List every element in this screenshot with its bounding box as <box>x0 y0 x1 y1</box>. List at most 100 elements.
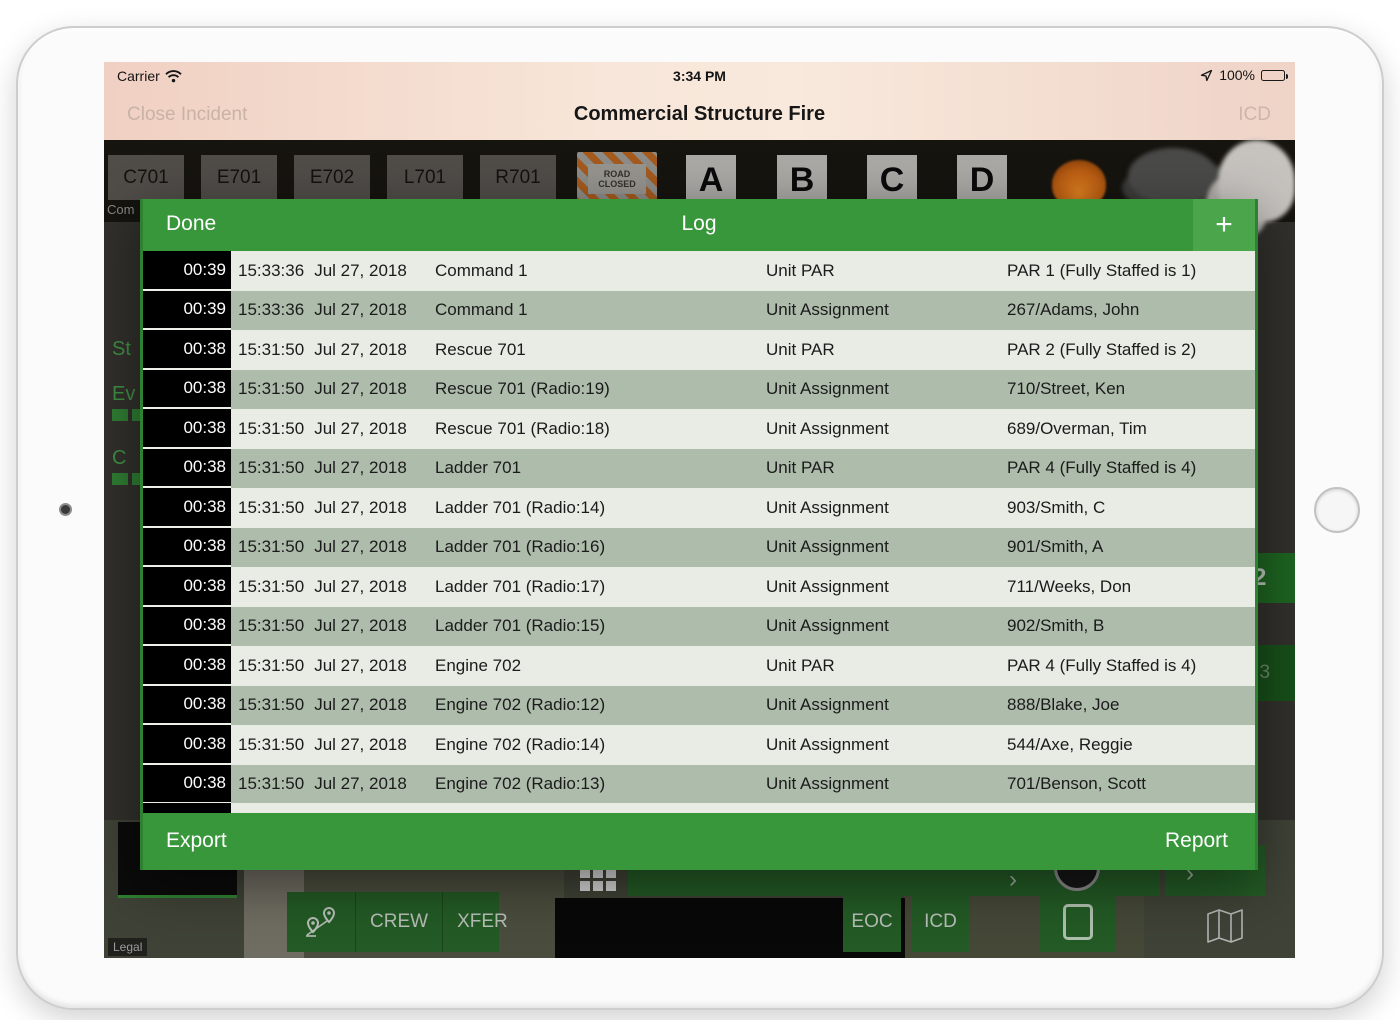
elapsed-time-badge: 00:39 <box>143 251 231 291</box>
log-detail: 888/Blake, Joe <box>1000 695 1255 715</box>
log-row[interactable]: 00:38 15:31:50 Jul 27, 2018 Rescue 701 (… <box>143 370 1255 410</box>
division-b-button[interactable]: B <box>777 155 827 205</box>
log-row[interactable]: 00:38 15:31:50 Jul 27, 2018 Engine 702 (… <box>143 686 1255 726</box>
log-modal: Done Log + 00:39 15:33:36 Jul 27, 2018 C… <box>140 199 1258 870</box>
eoc-button[interactable]: EOC <box>843 892 901 952</box>
unit-button[interactable]: E702 <box>294 155 370 200</box>
log-event-type: Unit Assignment <box>759 577 1000 597</box>
log-event-type: Unit Assignment <box>759 300 1000 320</box>
legal-label[interactable]: Legal <box>108 938 147 956</box>
log-timestamp: 15:33:36 Jul 27, 2018 <box>231 300 428 320</box>
export-button[interactable]: Export <box>166 829 227 853</box>
log-modal-title: Log <box>143 212 1255 236</box>
log-unit: Ladder 701 (Radio:16) <box>428 537 759 557</box>
add-log-entry-button[interactable]: + <box>1193 199 1255 251</box>
log-row[interactable]: 00:38 15:31:50 Jul 27, 2018 Ladder 701 (… <box>143 488 1255 528</box>
log-timestamp: 15:31:50 Jul 27, 2018 <box>231 695 428 715</box>
log-event-type: Unit PAR <box>759 261 1000 281</box>
elapsed-time-badge: 00:38 <box>143 488 231 528</box>
chevron-right-icon[interactable]: › <box>1009 866 1017 894</box>
log-date: Jul 27, 2018 <box>314 656 407 676</box>
log-timestamp: 15:31:50 Jul 27, 2018 <box>231 419 428 439</box>
log-time: 15:31:50 <box>238 695 304 715</box>
crew-button[interactable]: CREW <box>356 892 443 952</box>
dark-smoke-icon[interactable] <box>1128 148 1218 204</box>
log-date: Jul 27, 2018 <box>314 537 407 557</box>
log-time: 15:31:50 <box>238 498 304 518</box>
elapsed-time-badge <box>143 803 231 813</box>
transfer-pins-icon[interactable] <box>287 892 356 952</box>
log-unit: Rescue 701 (Radio:19) <box>428 379 759 399</box>
log-row[interactable]: 00:38 15:31:50 Jul 27, 2018 Ladder 701 U… <box>143 449 1255 489</box>
map-icon[interactable] <box>1205 908 1245 946</box>
log-date: Jul 27, 2018 <box>314 774 407 794</box>
log-detail: PAR 4 (Fully Staffed is 4) <box>1000 458 1255 478</box>
log-row[interactable]: 00:38 15:31:50 Jul 27, 2018 Rescue 701 U… <box>143 330 1255 370</box>
division-c-button[interactable]: C <box>867 155 917 205</box>
log-row[interactable]: 00:38 15:31:50 Jul 27, 2018 Engine 702 (… <box>143 765 1255 805</box>
log-time: 15:31:50 <box>238 616 304 636</box>
unit-button[interactable]: R701 <box>480 155 556 200</box>
log-date: Jul 27, 2018 <box>314 498 407 518</box>
xfer-button[interactable]: XFER <box>443 892 522 952</box>
navigation-bar: Close Incident Commercial Structure Fire… <box>104 90 1295 140</box>
report-button[interactable]: Report <box>1165 829 1228 853</box>
log-detail: 902/Smith, B <box>1000 616 1255 636</box>
elapsed-time-badge: 00:38 <box>143 370 231 410</box>
log-date: Jul 27, 2018 <box>314 616 407 636</box>
log-date: Jul 27, 2018 <box>314 261 407 281</box>
unit-button-row: C701 E701 E702 L701 R701 <box>108 155 556 200</box>
log-detail: 701/Benson, Scott <box>1000 774 1255 794</box>
log-detail: 710/Street, Ken <box>1000 379 1255 399</box>
log-unit: Engine 702 <box>428 656 759 676</box>
log-event-type: Unit Assignment <box>759 735 1000 755</box>
icd-nav-button[interactable]: ICD <box>1238 104 1271 126</box>
log-unit: Engine 702 (Radio:13) <box>428 774 759 794</box>
front-camera <box>59 503 72 516</box>
elapsed-time-badge: 00:38 <box>143 646 231 686</box>
log-unit: Command 1 <box>428 261 759 281</box>
log-row[interactable]: 00:38 15:31:50 Jul 27, 2018 Rescue 701 (… <box>143 409 1255 449</box>
log-row[interactable]: 00:38 15:31:50 Jul 27, 2018 Ladder 701 (… <box>143 607 1255 647</box>
sidebar-label-st: St <box>112 338 131 361</box>
elapsed-time-badge: 00:38 <box>143 607 231 647</box>
unit-button[interactable]: L701 <box>387 155 463 200</box>
tablet-button[interactable] <box>1040 892 1116 952</box>
unit-button[interactable]: C701 <box>108 155 184 200</box>
division-d-button[interactable]: D <box>957 155 1007 205</box>
division-a-button[interactable]: A <box>686 155 736 205</box>
log-event-type: Unit Assignment <box>759 379 1000 399</box>
log-unit: Ladder 701 (Radio:15) <box>428 616 759 636</box>
log-row[interactable]: 00:39 15:33:36 Jul 27, 2018 Command 1 Un… <box>143 291 1255 331</box>
road-closed-sign-icon[interactable]: ROAD CLOSED <box>577 152 657 206</box>
log-detail: PAR 2 (Fully Staffed is 2) <box>1000 340 1255 360</box>
log-modal-footer: Export Report <box>143 813 1255 870</box>
log-detail: 903/Smith, C <box>1000 498 1255 518</box>
log-row[interactable]: 00:39 15:33:36 Jul 27, 2018 Command 1 Un… <box>143 251 1255 291</box>
elapsed-time-badge: 00:38 <box>143 449 231 489</box>
icd-button[interactable]: ICD <box>912 892 969 952</box>
log-detail: 901/Smith, A <box>1000 537 1255 557</box>
status-bar: Carrier 3:34 PM 100% <box>104 62 1295 90</box>
log-unit: Rescue 701 (Radio:18) <box>428 419 759 439</box>
log-event-type: Unit PAR <box>759 458 1000 478</box>
log-row[interactable]: 00:38 15:31:50 Jul 27, 2018 Ladder 701 (… <box>143 528 1255 568</box>
log-timestamp: 15:31:50 Jul 27, 2018 <box>231 577 428 597</box>
log-event-type: Unit Assignment <box>759 616 1000 636</box>
log-row[interactable]: 00:38 15:31:50 Jul 27, 2018 Engine 702 U… <box>143 646 1255 686</box>
log-timestamp: 15:31:50 Jul 27, 2018 <box>231 774 428 794</box>
log-row-partial[interactable] <box>143 803 1255 813</box>
log-row[interactable]: 00:38 15:31:50 Jul 27, 2018 Engine 702 (… <box>143 725 1255 765</box>
crew-xfer-toolbar: CREW XFER <box>287 892 499 952</box>
log-time: 15:31:50 <box>238 379 304 399</box>
log-event-type: Unit Assignment <box>759 774 1000 794</box>
log-timestamp: 15:31:50 Jul 27, 2018 <box>231 735 428 755</box>
clock-label: 3:34 PM <box>104 68 1295 84</box>
grid-icon[interactable] <box>580 868 622 892</box>
log-unit: Ladder 701 (Radio:17) <box>428 577 759 597</box>
home-button[interactable] <box>1314 487 1360 533</box>
log-row[interactable]: 00:38 15:31:50 Jul 27, 2018 Ladder 701 (… <box>143 567 1255 607</box>
log-timestamp: 15:31:50 Jul 27, 2018 <box>231 498 428 518</box>
log-table: 00:39 15:33:36 Jul 27, 2018 Command 1 Un… <box>143 251 1255 813</box>
unit-button[interactable]: E701 <box>201 155 277 200</box>
